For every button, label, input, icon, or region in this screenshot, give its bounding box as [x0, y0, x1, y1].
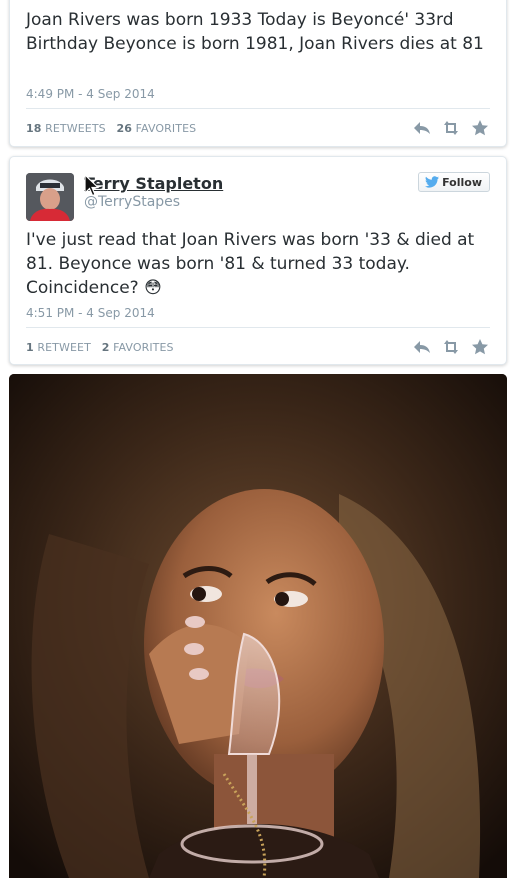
star-icon[interactable] [470, 337, 490, 357]
reply-icon[interactable] [412, 118, 432, 138]
favorite-label[interactable]: FAVORITES [113, 341, 174, 354]
favorite-label[interactable]: FAVORITES [136, 122, 197, 135]
tweet-actions [412, 337, 490, 357]
retweet-label[interactable]: RETWEET [37, 341, 91, 354]
star-icon[interactable] [470, 118, 490, 138]
favorite-count[interactable]: 2 [102, 341, 110, 354]
mouse-cursor-icon [84, 173, 100, 198]
follow-button[interactable]: Follow [418, 172, 490, 192]
tweet-stats: 18 RETWEETS 26 FAVORITES [26, 122, 196, 135]
author-name[interactable]: Terry Stapleton [84, 174, 223, 193]
retweet-count[interactable]: 18 [26, 122, 42, 135]
tweet-text: I've just read that Joan Rivers was born… [26, 230, 475, 298]
retweet-label[interactable]: RETWEETS [45, 122, 106, 135]
tweet-timestamp[interactable]: 4:51 PM - 4 Sep 2014 [26, 306, 155, 320]
favorite-count[interactable]: 26 [117, 122, 133, 135]
tweet-actions [412, 118, 490, 138]
retweet-icon[interactable] [441, 118, 461, 138]
divider [26, 108, 490, 109]
follow-label: Follow [442, 175, 482, 189]
retweet-icon[interactable] [441, 337, 461, 357]
tweet-timestamp[interactable]: 4:49 PM - 4 Sep 2014 [26, 87, 155, 101]
twitter-bird-icon [425, 176, 440, 188]
avatar[interactable] [26, 173, 74, 221]
tweet-card-1: Joan Rivers was born 1933 Today is Beyon… [9, 0, 507, 147]
tweet-text: Joan Rivers was born 1933 Today is Beyon… [26, 10, 484, 54]
divider [26, 327, 490, 328]
tweet-stats: 1 RETWEET 2 FAVORITES [26, 341, 174, 354]
photo[interactable] [9, 374, 507, 878]
retweet-count[interactable]: 1 [26, 341, 34, 354]
reply-icon[interactable] [412, 337, 432, 357]
